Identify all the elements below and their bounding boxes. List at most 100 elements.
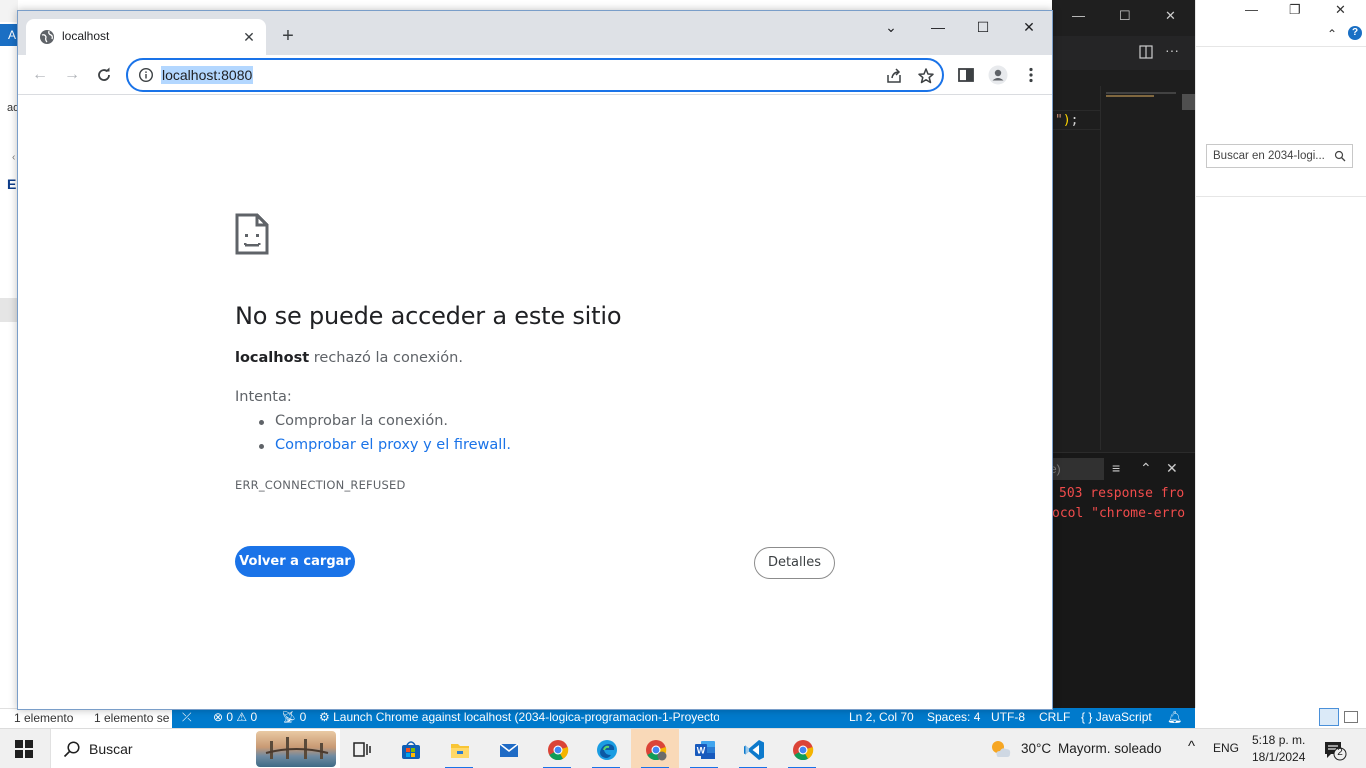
right-status [1195,708,1366,728]
back-icon[interactable]: ← [28,63,52,87]
chevron-up-icon[interactable]: ^ [1188,738,1195,755]
vscode-minimap[interactable] [1100,86,1182,450]
problems-indicator[interactable]: ⊗ 0 ⚠ 0 [213,710,257,724]
input-language[interactable]: ENG [1213,741,1239,755]
encoding[interactable]: UTF-8 [991,710,1025,724]
minimize-icon[interactable]: — [918,15,958,39]
explorer-search-placeholder: Buscar en 2034-logi... [1213,150,1325,162]
search-icon [63,741,80,758]
bookmark-star-icon[interactable] [917,67,935,85]
error-description: localhost rechazó la conexión. [235,350,463,366]
minimize-icon[interactable]: — [1072,8,1085,23]
help-icon[interactable]: ? [1348,26,1362,40]
indentation[interactable]: Spaces: 4 [927,710,980,724]
debug-launch-status[interactable]: ⚙ Launch Chrome against localhost (2034-… [319,710,719,724]
explorer-title-strip [0,0,18,22]
side-panel-icon[interactable] [956,65,976,85]
tab-strip: localhost ✕ + ⌄ — ☐ ✕ [18,11,1052,55]
details-button[interactable]: Detalles [754,547,835,579]
list-icon[interactable]: ≡ [1112,460,1120,476]
edge-button[interactable] [582,729,630,768]
maximize-icon[interactable]: ☐ [1119,8,1131,24]
url-text[interactable]: localhost:8080 [161,66,254,84]
chrome-profile-button[interactable] [631,729,679,768]
search-label: Buscar [89,741,133,757]
output-line: ocol "chrome-erro [1052,506,1186,521]
error-page: No se puede acceder a este sitio localho… [18,96,1052,709]
output-line: 503 response fro [1059,486,1185,501]
explorer-status: 1 elemento 1 elemento sel [0,708,172,728]
suggestion-check-proxy-link[interactable]: Comprobar el proxy y el firewall. [275,437,511,453]
notifications-button[interactable]: 2 [1323,739,1347,761]
explorer-selected-row[interactable] [0,298,18,322]
minimize-icon[interactable]: — [1245,2,1258,17]
language-mode[interactable]: { } JavaScript [1081,710,1152,724]
maximize-icon[interactable]: ☐ [963,15,1003,39]
error-title: No se puede acceder a este sitio [235,302,622,330]
profile-avatar-icon[interactable] [988,65,1008,85]
word-button[interactable]: W [680,729,728,768]
right-explorer-divider-2 [1196,196,1366,197]
share-icon[interactable] [885,67,903,85]
chevron-up-icon[interactable]: ⌃ [1327,27,1337,41]
more-actions-icon[interactable]: ··· [1165,42,1179,58]
mail-button[interactable] [484,729,532,768]
close-window-icon[interactable]: ✕ [1009,15,1049,39]
vscode-code-line[interactable]: "); [1055,113,1078,128]
svg-text:W: W [697,746,706,756]
remote-icon[interactable]: ⤫ [182,710,192,725]
vscode-status-bar: ⤫ ⊗ 0 ⚠ 0 📡︎ 0 ⚙ Launch Chrome against l… [172,708,1195,728]
right-explorer-divider [1196,46,1366,47]
windows-start-icon[interactable] [14,739,34,759]
panel-filter-input[interactable]: e) [1052,458,1104,480]
chevron-up-icon[interactable]: ⌃ [1140,460,1152,477]
status-bar: 1 elemento 1 elemento sel ⤫ ⊗ 0 ⚠ 0 📡︎ 0… [0,708,1366,728]
line-ending[interactable]: CRLF [1039,710,1070,724]
weather-sun-cloud-icon[interactable] [989,739,1013,759]
details-view-icon[interactable] [1319,708,1339,726]
file-explorer-button[interactable] [435,729,483,768]
search-highlight-image[interactable] [256,731,336,767]
right-explorer-window [1195,0,1366,728]
address-bar[interactable]: localhost:8080 [126,58,944,92]
explorer-nav-arrow[interactable]: ‹ [12,152,15,163]
reload-icon[interactable] [96,67,112,83]
suggestion-check-connection: Comprobar la conexión. [275,413,449,429]
chrome-button[interactable] [533,729,581,768]
clock-date: 18/1/2024 [1252,750,1306,764]
chrome-button-2[interactable] [778,729,826,768]
clock[interactable]: 5:18 p. m. 18/1/2024 [1252,732,1305,766]
explorer-ribbon-tab[interactable]: A [0,24,18,46]
vscode-scrollbar[interactable] [1182,94,1195,110]
close-icon[interactable]: ✕ [1335,2,1346,18]
close-panel-icon[interactable]: ✕ [1166,460,1178,477]
explorer-search-input[interactable]: Buscar en 2034-logi... [1206,144,1353,168]
close-tab-icon[interactable]: ✕ [239,27,259,47]
tab-localhost[interactable]: localhost ✕ [26,19,266,55]
menu-kebab-icon[interactable] [1021,65,1041,85]
bell-icon[interactable]: 🔔︎ [1167,710,1182,724]
microsoft-store-button[interactable] [386,729,434,768]
weather-temperature[interactable]: 30°C [1021,741,1051,756]
ports-indicator[interactable]: 📡︎ 0 [281,710,306,724]
restore-icon[interactable]: ❐ [1289,2,1301,18]
cursor-position[interactable]: Ln 2, Col 70 [849,710,914,724]
error-code: ERR_CONNECTION_REFUSED [235,478,406,492]
tab-search-icon[interactable]: ⌄ [871,15,911,39]
new-tab-icon[interactable]: + [276,25,300,49]
large-icons-view-icon[interactable] [1344,711,1358,723]
bullet [259,444,264,449]
clock-time: 5:18 p. m. [1252,733,1306,747]
close-icon[interactable]: ✕ [1165,8,1176,24]
items-selected: 1 elemento sel [94,711,170,725]
task-view-button[interactable] [337,729,385,768]
taskbar: Buscar W 30°C Mayorm. soleado ^ ENG 5:18… [0,728,1366,768]
chrome-window: localhost ✕ + ⌄ — ☐ ✕ ← → localhost:8080 [17,10,1053,710]
weather-condition[interactable]: Mayorm. soleado [1058,741,1162,756]
notification-icon [1325,742,1347,761]
info-icon[interactable] [138,67,154,83]
split-editor-icon[interactable] [1139,45,1153,59]
vscode-button[interactable] [729,729,777,768]
reload-button[interactable]: Volver a cargar [235,546,355,577]
forward-icon[interactable]: → [60,63,84,87]
